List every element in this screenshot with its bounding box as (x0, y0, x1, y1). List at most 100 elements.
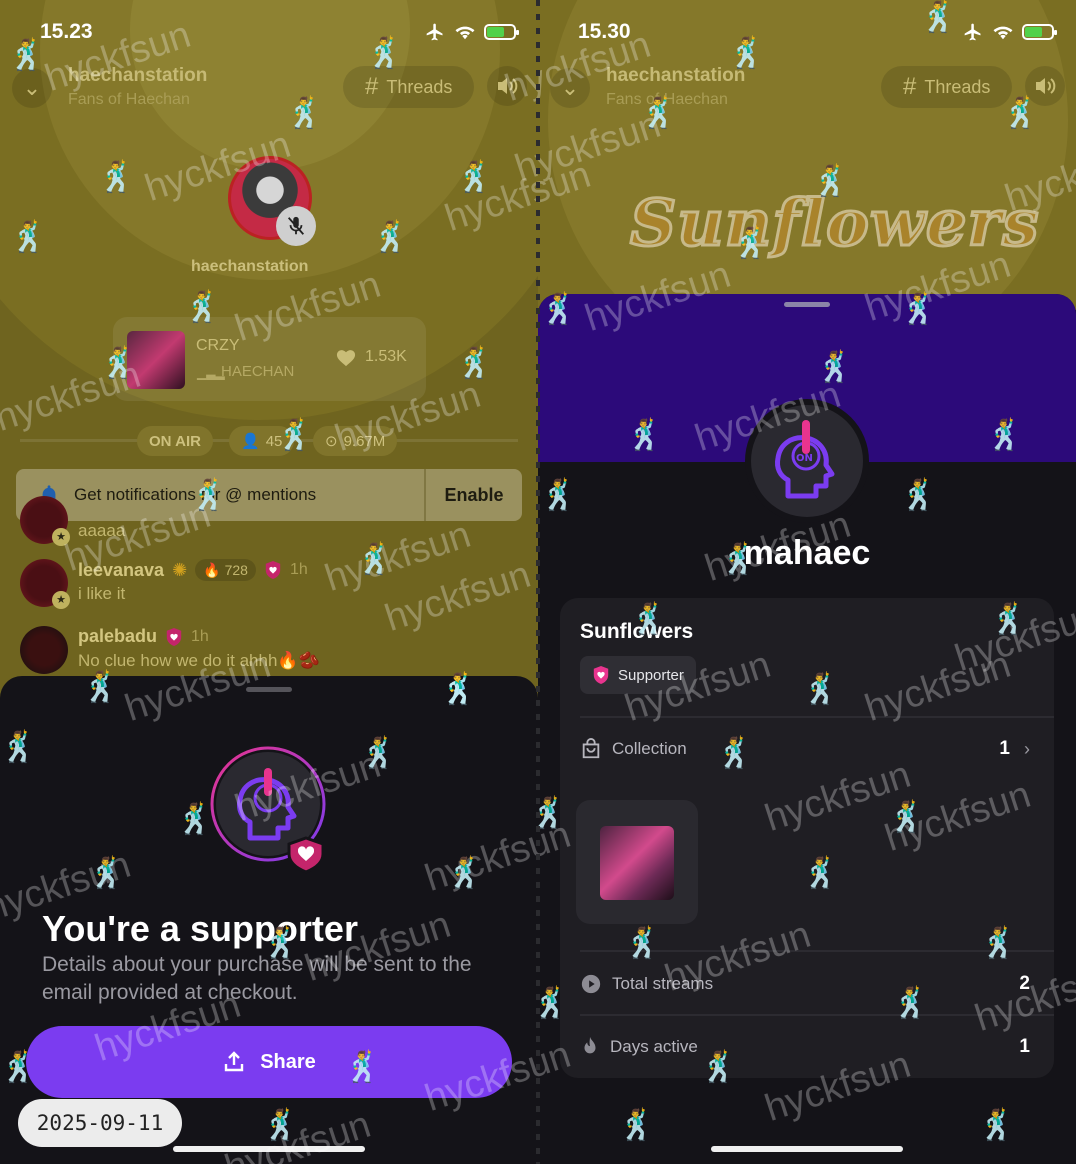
threads-label: Threads (386, 76, 453, 97)
star-icon: ★ (52, 528, 70, 546)
status-time: 15.30 (578, 20, 631, 43)
status-time: 15.23 (40, 20, 93, 43)
share-button[interactable]: Share (26, 1026, 512, 1098)
collection-count: 1 (999, 738, 1010, 759)
chat-username[interactable]: palebadu (78, 626, 157, 647)
album-art (127, 331, 185, 389)
battery-icon (484, 24, 519, 40)
track-title: CRZY (196, 337, 240, 354)
supporter-shield-icon (265, 561, 281, 579)
station-name: haechanstation (68, 65, 208, 86)
total-streams-row: Total streams 2 (580, 964, 1030, 1004)
share-label: Share (260, 1050, 316, 1073)
threads-button[interactable]: # Threads (881, 66, 1013, 108)
on-air-label: ON AIR (149, 432, 201, 450)
station-logo-icon (210, 746, 326, 874)
collapse-chevron-button[interactable]: ⌄ (12, 68, 52, 108)
station-name: haechanstation (606, 65, 746, 86)
shopping-bag-icon (582, 738, 600, 759)
status-bar: 15.30 (538, 18, 1076, 48)
chat-timestamp: 1h (289, 561, 308, 578)
days-active-label: Days active (610, 1037, 698, 1056)
svg-text:ON: ON (796, 453, 813, 464)
screen-divider (536, 0, 540, 1164)
sunflowers-wordmark: Sunflowers (628, 185, 1040, 263)
supporter-card: Sunflowers Supporter Collection 1 › Tota… (560, 598, 1054, 1078)
divider (580, 950, 1054, 952)
divider (580, 1014, 1054, 1016)
screenshot-stage: 15.23 ⌄ haechanstation Fans of Haechan #… (0, 0, 1076, 1164)
chat-timestamp: 1h (191, 627, 209, 645)
track-artist: HAECHAN (221, 363, 295, 380)
chat-message-text: No clue how we do it ahhh🔥🫘 (78, 651, 320, 670)
volume-button[interactable] (487, 66, 527, 106)
chat-message-text: aaaaa (78, 521, 126, 540)
points-value: 728 (224, 562, 248, 578)
volume-button[interactable] (1025, 66, 1065, 106)
chevron-right-icon: › (1024, 738, 1030, 759)
share-icon (225, 1051, 244, 1072)
profile-avatar-icon: ON (745, 399, 869, 523)
battery-icon (1022, 24, 1057, 40)
play-circle-icon: ⊙ (325, 433, 338, 450)
wifi-icon (455, 26, 475, 40)
hashtag-icon: # (365, 73, 379, 100)
sheet-description: Details about your purchase will be sent… (42, 953, 472, 1004)
on-air-badge: ON AIR (137, 426, 213, 456)
host-name: haechanstation (191, 258, 309, 275)
wifi-icon (993, 26, 1013, 40)
days-active-row: Days active 1 (580, 1027, 1030, 1067)
threads-button[interactable]: # Threads (343, 66, 475, 108)
chat-message-text: i like it (78, 584, 126, 603)
sheet-handle[interactable] (246, 687, 292, 692)
mic-off-icon (276, 206, 316, 246)
chat-message[interactable]: ★ leevanava ✺ 🔥 728 1h i like it (20, 559, 520, 611)
points-badge: 🔥 728 (195, 559, 256, 581)
play-count: ⊙ 9.67M (313, 426, 398, 456)
sunflower-icon: ✺ (172, 559, 188, 580)
user-avatar (20, 626, 68, 674)
chat-username[interactable]: leevanava (78, 560, 164, 581)
sheet-handle[interactable] (784, 302, 830, 307)
like-count: 1.53K (365, 348, 407, 365)
now-playing-card[interactable]: CRZY ▁▃▂ HAECHAN 1.53K (113, 317, 426, 401)
left-screen: 15.23 ⌄ haechanstation Fans of Haechan #… (0, 0, 538, 1164)
threads-label: Threads (924, 76, 991, 97)
heart-icon (336, 350, 356, 367)
card-station-title: Sunflowers (580, 620, 694, 643)
speaker-icon (498, 78, 518, 94)
days-active-value: 1 (1019, 1036, 1030, 1057)
person-icon: 👤 (241, 433, 260, 450)
station-subtitle: Fans of Haechan (68, 91, 190, 108)
flame-icon (584, 1036, 596, 1054)
sheet-title: You're a supporter (42, 908, 358, 949)
station-subtitle: Fans of Haechan (606, 91, 728, 108)
star-icon: ★ (52, 591, 70, 609)
supporter-shield-icon (593, 666, 609, 684)
chat-message[interactable]: ★ aaaaa (20, 496, 520, 546)
home-indicator[interactable] (711, 1146, 903, 1152)
status-bar: 15.23 (0, 18, 538, 48)
airplane-icon (964, 23, 981, 41)
airplane-icon (426, 23, 443, 41)
listener-count[interactable]: 👤 45 (229, 426, 295, 456)
collection-row[interactable]: Collection 1 › (580, 729, 1030, 769)
speaker-icon (1036, 78, 1056, 94)
right-screen: Sunflowers 15.30 ⌄ haechanstation Fans o… (538, 0, 1076, 1164)
total-streams-value: 2 (1019, 973, 1030, 994)
divider (580, 716, 1054, 718)
like-button[interactable]: 1.53K (335, 347, 407, 367)
flame-icon: 🔥 (203, 561, 221, 578)
play-circle-icon (581, 974, 601, 994)
total-streams-label: Total streams (612, 974, 714, 993)
collapse-chevron-button[interactable]: ⌄ (550, 68, 590, 108)
listener-count-value: 45 (265, 432, 283, 450)
supporter-badge: Supporter (580, 656, 696, 694)
collection-item[interactable] (576, 800, 698, 924)
home-indicator[interactable] (173, 1146, 365, 1152)
supporter-shield-icon (166, 627, 182, 646)
badge-label: Supporter (618, 666, 684, 684)
play-count-value: 9.67M (343, 432, 386, 450)
collection-label: Collection (612, 739, 687, 758)
chat-message[interactable]: palebadu 1h No clue how we do it ahhh🔥🫘 (20, 626, 520, 676)
